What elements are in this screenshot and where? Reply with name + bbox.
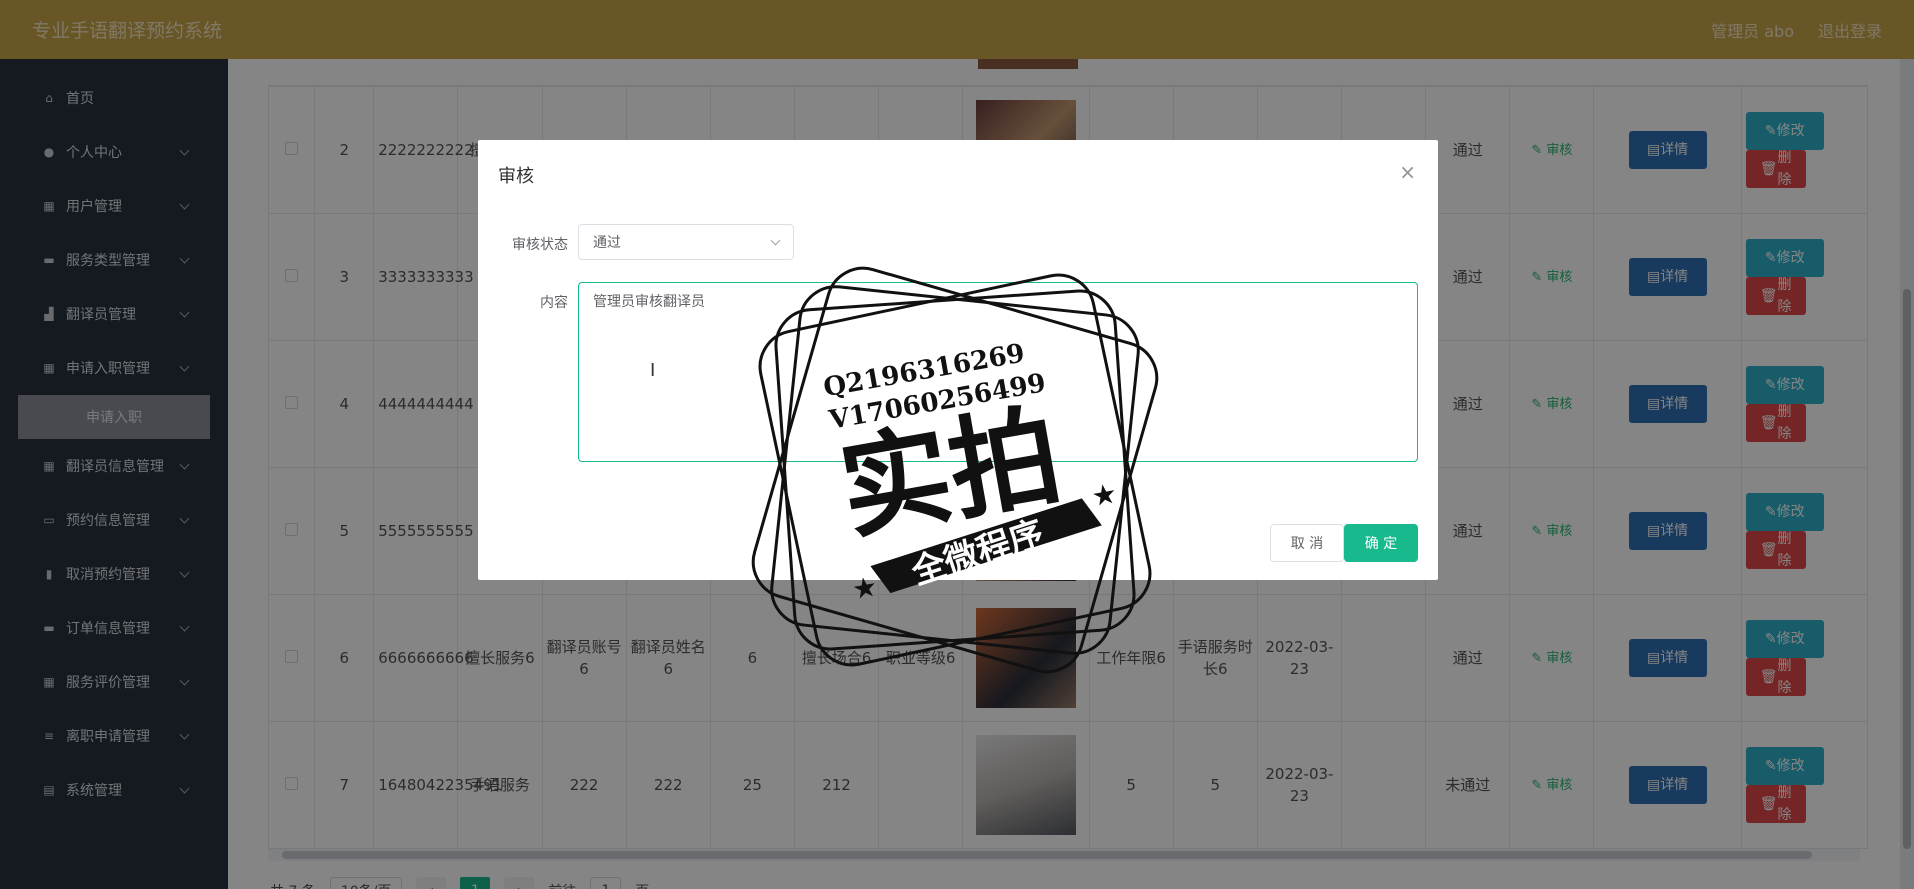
text-cursor-icon: I	[650, 360, 656, 381]
cancel-button[interactable]: 取 消	[1270, 524, 1344, 562]
confirm-button[interactable]: 确 定	[1344, 524, 1418, 562]
chevron-down-icon	[770, 235, 781, 246]
star-icon: ★	[849, 570, 879, 607]
close-icon[interactable]: ×	[1399, 160, 1416, 184]
star-icon: ★	[1089, 477, 1119, 514]
watermark-stamp: Q2196316269 V17060256499 实拍 全微程序 ★ ★	[751, 266, 1159, 674]
status-select[interactable]: 通过	[578, 224, 794, 260]
status-label: 审核状态	[512, 237, 568, 253]
content-label: 内容	[540, 295, 568, 311]
dialog-title: 审核	[498, 166, 534, 187]
